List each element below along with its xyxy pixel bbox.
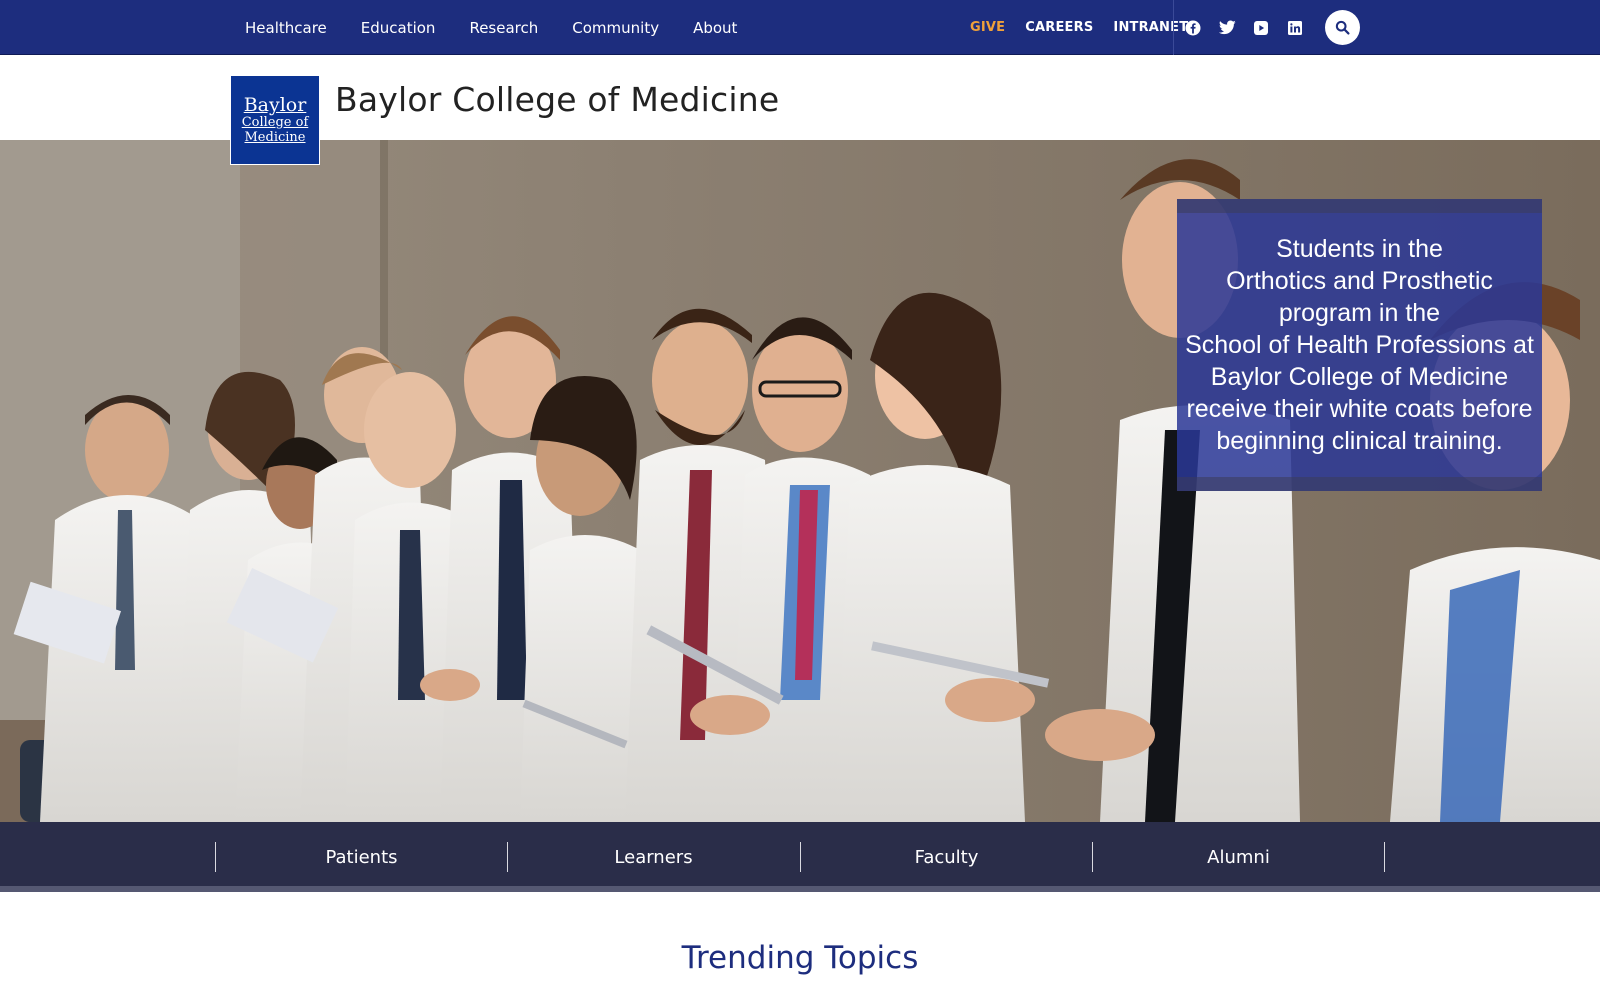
nav-healthcare[interactable]: Healthcare xyxy=(245,19,327,37)
search-icon xyxy=(1335,20,1350,35)
careers-link[interactable]: CAREERS xyxy=(1025,20,1093,35)
hero-caption-text: Students in the Orthotics and Prosthetic… xyxy=(1185,235,1534,455)
social-links xyxy=(1183,0,1319,55)
trending-topics-heading: Trending Topics xyxy=(681,940,919,976)
hero-banner: Students in the Orthotics and Prosthetic… xyxy=(0,140,1600,822)
audience-learners[interactable]: Learners xyxy=(507,842,799,872)
youtube-icon[interactable] xyxy=(1251,18,1271,38)
nav-divider xyxy=(1173,0,1174,55)
linkedin-icon[interactable] xyxy=(1285,18,1305,38)
nav-about[interactable]: About xyxy=(693,19,737,37)
primary-nav: Healthcare Education Research Community … xyxy=(245,0,771,55)
audience-alumni[interactable]: Alumni xyxy=(1092,842,1384,872)
twitter-icon[interactable] xyxy=(1217,18,1237,38)
hero-caption: Students in the Orthotics and Prosthetic… xyxy=(1177,199,1542,491)
site-title[interactable]: Baylor College of Medicine xyxy=(335,80,779,119)
search-button[interactable] xyxy=(1325,10,1360,45)
audience-faculty[interactable]: Faculty xyxy=(800,842,1092,872)
audience-nav-end-rule xyxy=(1384,842,1385,872)
intranet-link[interactable]: INTRANET xyxy=(1113,20,1188,35)
logo[interactable]: Baylor College of Medicine xyxy=(230,75,320,165)
audience-patients[interactable]: Patients xyxy=(215,842,507,872)
logo-line-2: College of xyxy=(241,115,309,130)
facebook-icon[interactable] xyxy=(1183,18,1203,38)
top-navigation-bar: Healthcare Education Research Community … xyxy=(0,0,1600,55)
audience-nav: Patients Learners Faculty Alumni xyxy=(0,822,1600,892)
give-link[interactable]: GIVE xyxy=(970,20,1005,35)
nav-research[interactable]: Research xyxy=(469,19,538,37)
nav-community[interactable]: Community xyxy=(572,19,659,37)
logo-line-1: Baylor xyxy=(243,94,307,116)
nav-education[interactable]: Education xyxy=(361,19,436,37)
logo-line-3: Medicine xyxy=(244,130,306,145)
